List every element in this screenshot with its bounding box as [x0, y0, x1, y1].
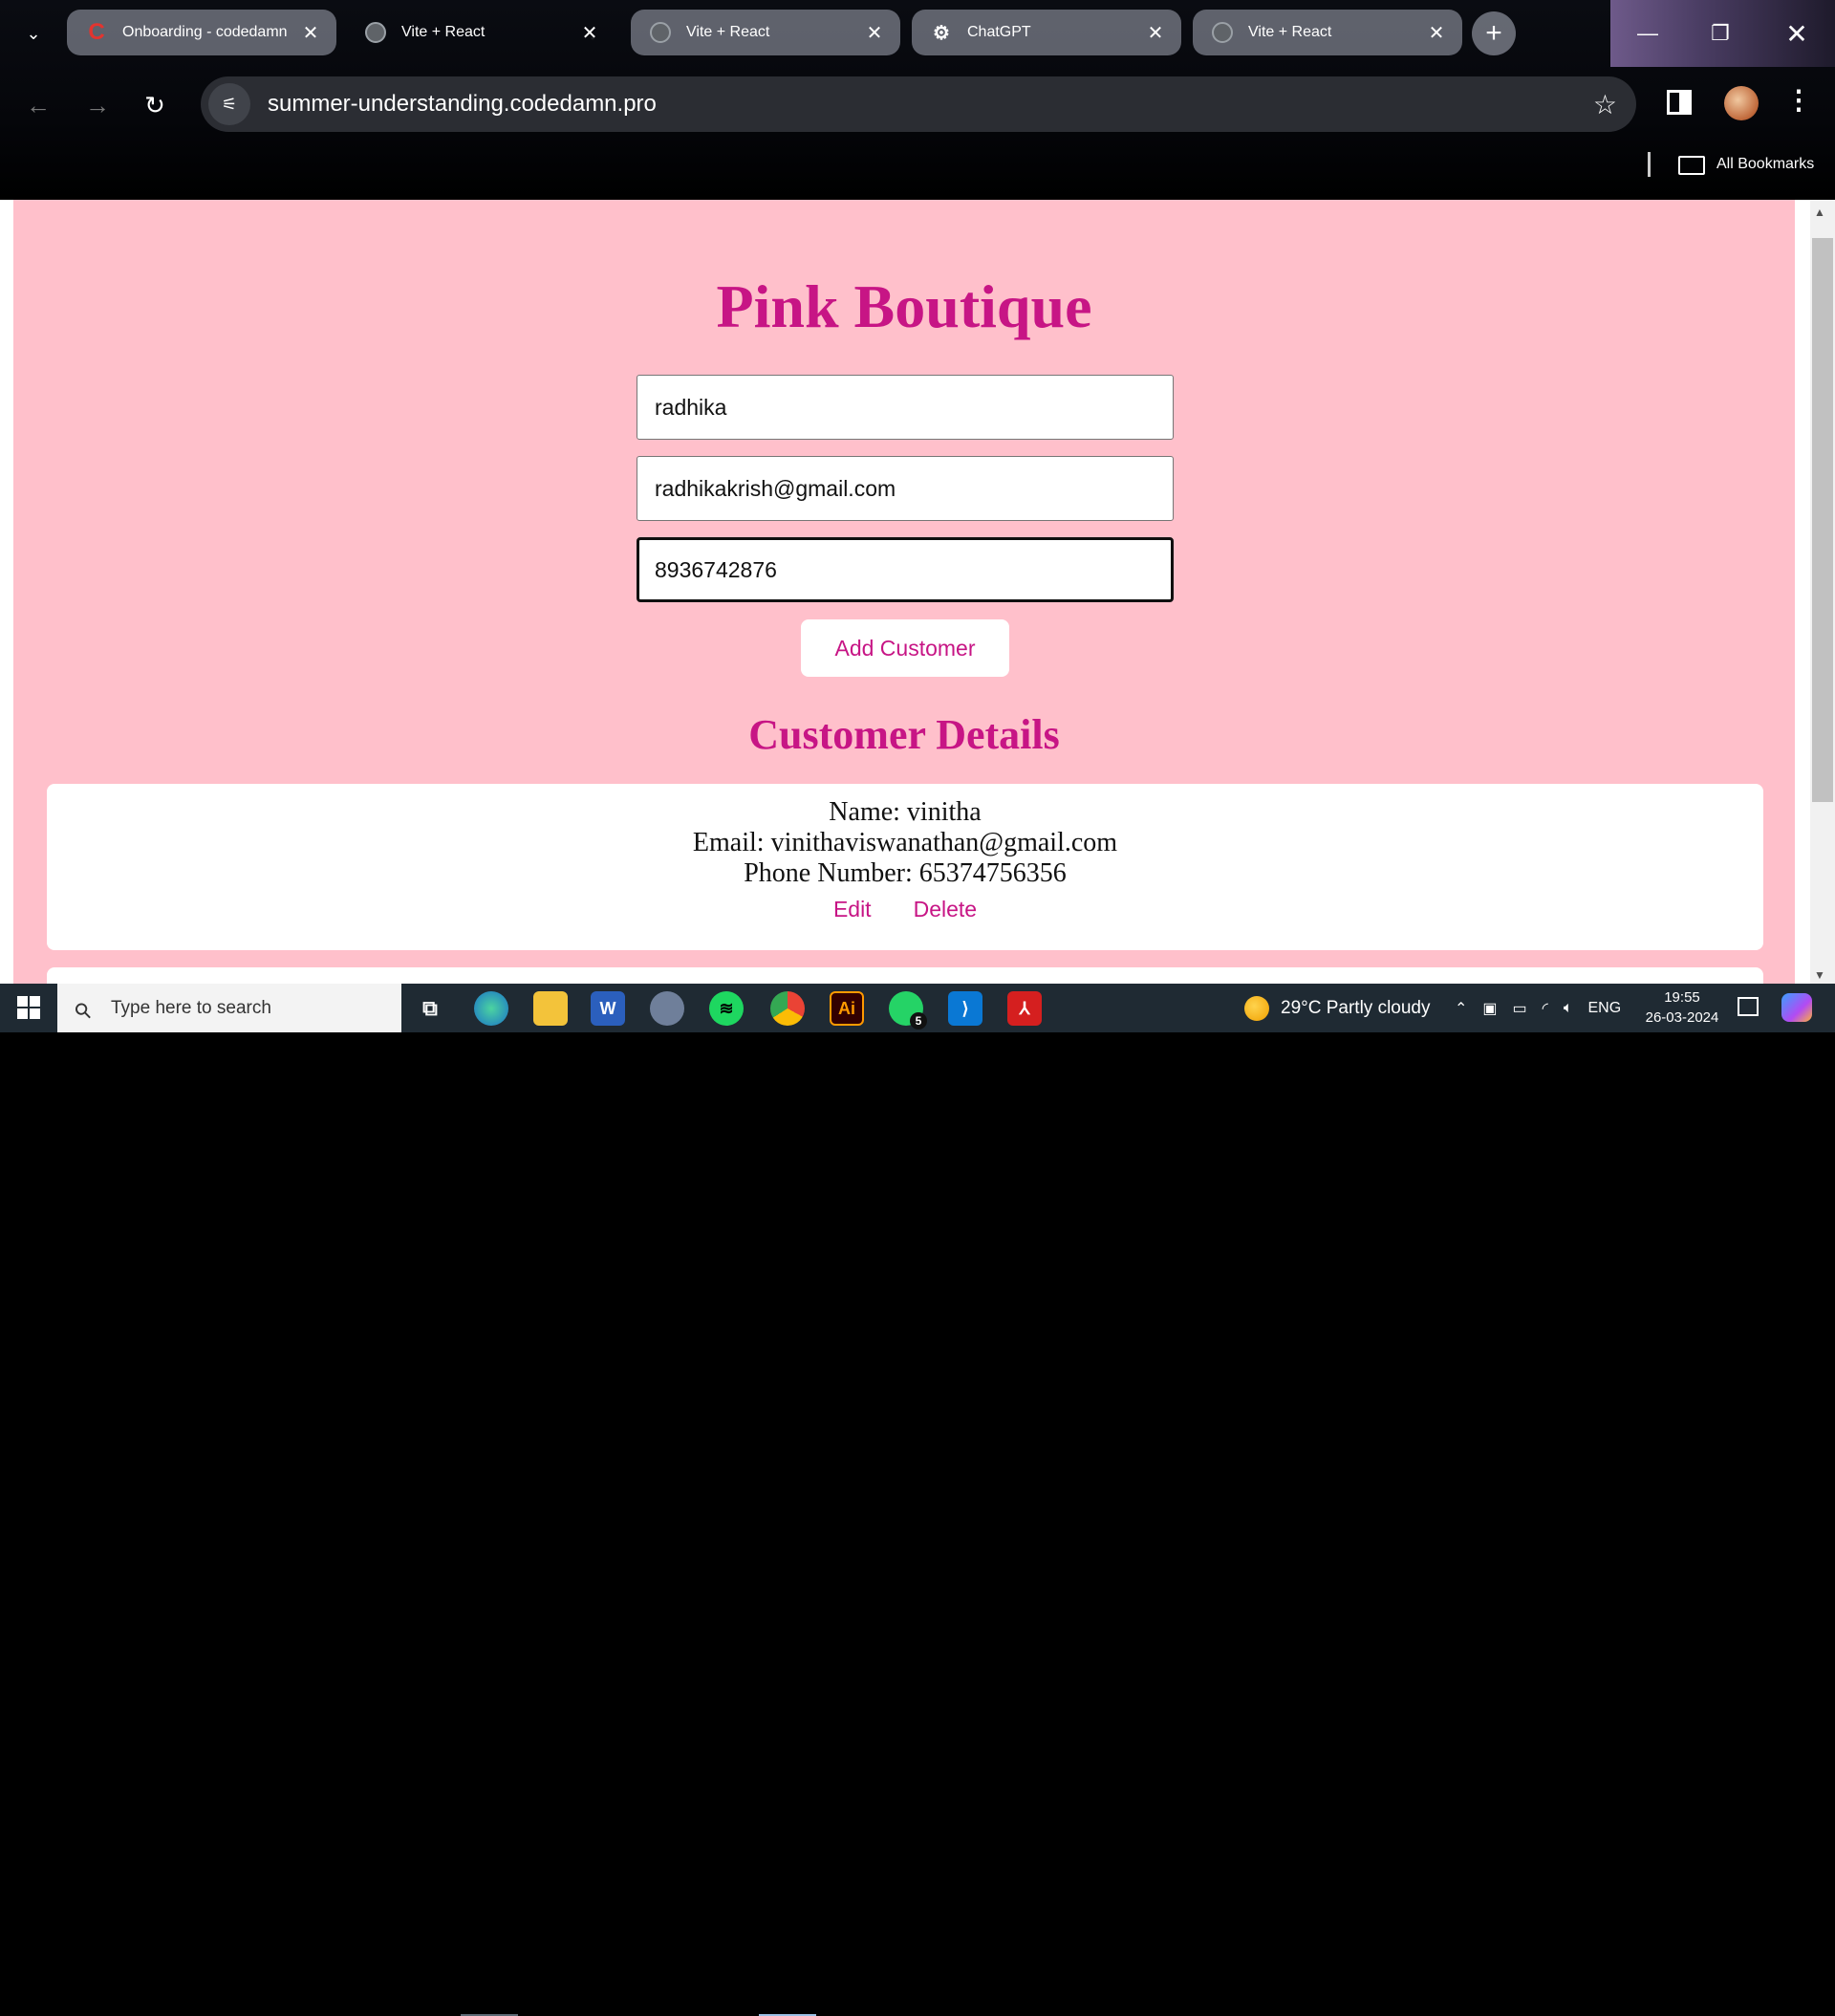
system-tray: ⌃ ▣ ▭ ◜ 🔈︎ ENG [1455, 984, 1621, 1032]
codedamn-icon: C [88, 19, 105, 45]
file-explorer-icon[interactable] [533, 991, 568, 1026]
notification-badge: 5 [910, 1012, 927, 1030]
back-arrow-icon[interactable]: ← [19, 86, 57, 124]
new-tab-plus-icon[interactable]: + [1472, 11, 1516, 55]
scroll-down-arrow-icon[interactable]: ▼ [1814, 968, 1825, 982]
meet-now-icon[interactable]: ▣ [1482, 999, 1497, 1018]
pink-boutique-page: Pink Boutique radhika radhikakrish@gmail… [13, 200, 1795, 984]
web-viewport: Pink Boutique radhika radhikakrish@gmail… [0, 200, 1835, 984]
restore-icon[interactable]: ❐ [1692, 10, 1749, 57]
customer-name: Name: vinitha [829, 797, 982, 827]
email-input[interactable]: radhikakrish@gmail.com [637, 456, 1174, 521]
close-icon[interactable]: ✕ [579, 21, 600, 45]
folder-icon[interactable] [1678, 156, 1705, 175]
phone-input[interactable]: 8936742876 [637, 537, 1174, 602]
edit-button[interactable]: Edit [833, 897, 872, 922]
close-icon[interactable]: ✕ [864, 21, 885, 45]
tab-search-chevron-icon[interactable]: ⌄ [17, 17, 50, 50]
scroll-up-arrow-icon[interactable]: ▲ [1814, 206, 1825, 219]
globe-icon [1212, 22, 1233, 43]
tab-title: ChatGPT [967, 24, 1031, 40]
battery-icon[interactable]: ▭ [1513, 999, 1527, 1018]
language-indicator[interactable]: ENG [1587, 1000, 1621, 1017]
clock-date: 26-03-2024 [1645, 1009, 1719, 1026]
bookmark-star-icon[interactable]: ☆ [1593, 89, 1617, 120]
bookmarks-bar: All Bookmarks [0, 148, 1835, 186]
task-view-icon[interactable]: ⧉ [413, 991, 447, 1026]
weather-text: 29°C Partly cloudy [1281, 997, 1431, 1018]
volume-icon[interactable]: 🔈︎ [1564, 1000, 1573, 1017]
search-icon: ⚲ [69, 996, 97, 1025]
word-icon[interactable]: W [591, 991, 625, 1026]
profile-avatar[interactable] [1724, 86, 1759, 120]
tab-strip: ⌄ C Onboarding - codedamn ✕ Vite + React… [0, 0, 1835, 67]
close-icon[interactable]: ✕ [1426, 21, 1447, 45]
tab-vite-react-active[interactable]: Vite + React ✕ [346, 10, 615, 55]
chevron-up-icon[interactable]: ⌃ [1455, 999, 1467, 1018]
url-text[interactable]: summer-understanding.codedamn.pro [268, 91, 1593, 118]
close-icon[interactable]: ✕ [1145, 21, 1166, 45]
vscode-icon[interactable]: ⟩ [948, 991, 982, 1026]
tab-title: Vite + React [401, 24, 486, 40]
acrobat-icon[interactable]: ⅄ [1007, 991, 1042, 1026]
customer-card-partial [47, 967, 1763, 984]
illustrator-icon[interactable]: Ai [830, 991, 864, 1026]
scrollbar-thumb[interactable] [1812, 238, 1833, 802]
weather-widget[interactable]: 29°C Partly cloudy [1244, 984, 1431, 1032]
tab-title: Onboarding - codedamn [122, 24, 288, 40]
windows-taskbar: ⚲ Type here to search ⧉ W ≋ Ai 5 ⟩ ⅄ 29°… [0, 984, 1835, 2016]
edge-icon[interactable] [474, 991, 508, 1026]
globe-icon [650, 22, 671, 43]
customer-phone: Phone Number: 65374756356 [744, 858, 1067, 888]
spotify-icon[interactable]: ≋ [709, 991, 744, 1026]
customer-email: Email: vinithaviswanathan@gmail.com [692, 828, 1118, 857]
globe-icon [365, 22, 386, 43]
forward-arrow-icon[interactable]: → [78, 86, 117, 124]
wifi-icon[interactable]: ◜ [1543, 999, 1548, 1018]
notification-center-icon[interactable] [1738, 997, 1759, 1016]
whatsapp-icon[interactable]: 5 [889, 991, 927, 1030]
tab-chatgpt[interactable]: ⚙ ChatGPT ✕ [912, 10, 1181, 55]
reload-icon[interactable]: ↻ [136, 86, 174, 124]
site-info-icon[interactable]: ⚟ [208, 83, 250, 125]
tab-title: Vite + React [1248, 24, 1332, 40]
search-placeholder: Type here to search [111, 997, 271, 1018]
window-close-icon[interactable]: ✕ [1768, 10, 1825, 57]
customer-details-heading: Customer Details [748, 711, 1060, 758]
partly-cloudy-icon [1244, 995, 1269, 1021]
tab-onboarding[interactable]: C Onboarding - codedamn ✕ [67, 10, 336, 55]
more-menu-icon[interactable]: ⋮ [1785, 84, 1812, 116]
all-bookmarks-link[interactable]: All Bookmarks [1716, 156, 1814, 173]
chatgpt-icon: ⚙ [933, 22, 950, 44]
copilot-icon[interactable] [1781, 993, 1812, 1022]
add-customer-button[interactable]: Add Customer [801, 619, 1009, 677]
customer-actions: Edit Delete [47, 897, 1763, 922]
browser-chrome: ⌄ C Onboarding - codedamn ✕ Vite + React… [0, 0, 1835, 200]
clock[interactable]: 19:55 26-03-2024 [1644, 987, 1720, 1028]
taskbar-search[interactable]: ⚲ Type here to search [57, 984, 401, 1032]
delete-button[interactable]: Delete [914, 897, 977, 922]
page-title: Pink Boutique [716, 272, 1092, 340]
omnibox[interactable]: ⚟ summer-understanding.codedamn.pro ☆ [201, 76, 1636, 132]
minimize-icon[interactable]: — [1619, 10, 1676, 57]
customer-card: Name: vinitha Email: vinithaviswanathan@… [47, 784, 1763, 950]
tab-vite-react-2[interactable]: Vite + React ✕ [631, 10, 900, 55]
address-bar-row: ← → ↻ ⚟ summer-understanding.codedamn.pr… [0, 76, 1835, 134]
tab-vite-react-3[interactable]: Vite + React ✕ [1193, 10, 1462, 55]
paint-icon[interactable] [650, 991, 684, 1026]
windows-start-icon[interactable] [17, 996, 40, 1019]
bookmarks-separator [1648, 152, 1651, 177]
side-panel-icon[interactable] [1667, 90, 1692, 115]
close-icon[interactable]: ✕ [300, 21, 321, 45]
clock-time: 19:55 [1664, 989, 1700, 1006]
name-input[interactable]: radhika [637, 375, 1174, 440]
tab-title: Vite + React [686, 24, 770, 40]
chrome-icon[interactable] [770, 991, 805, 1026]
